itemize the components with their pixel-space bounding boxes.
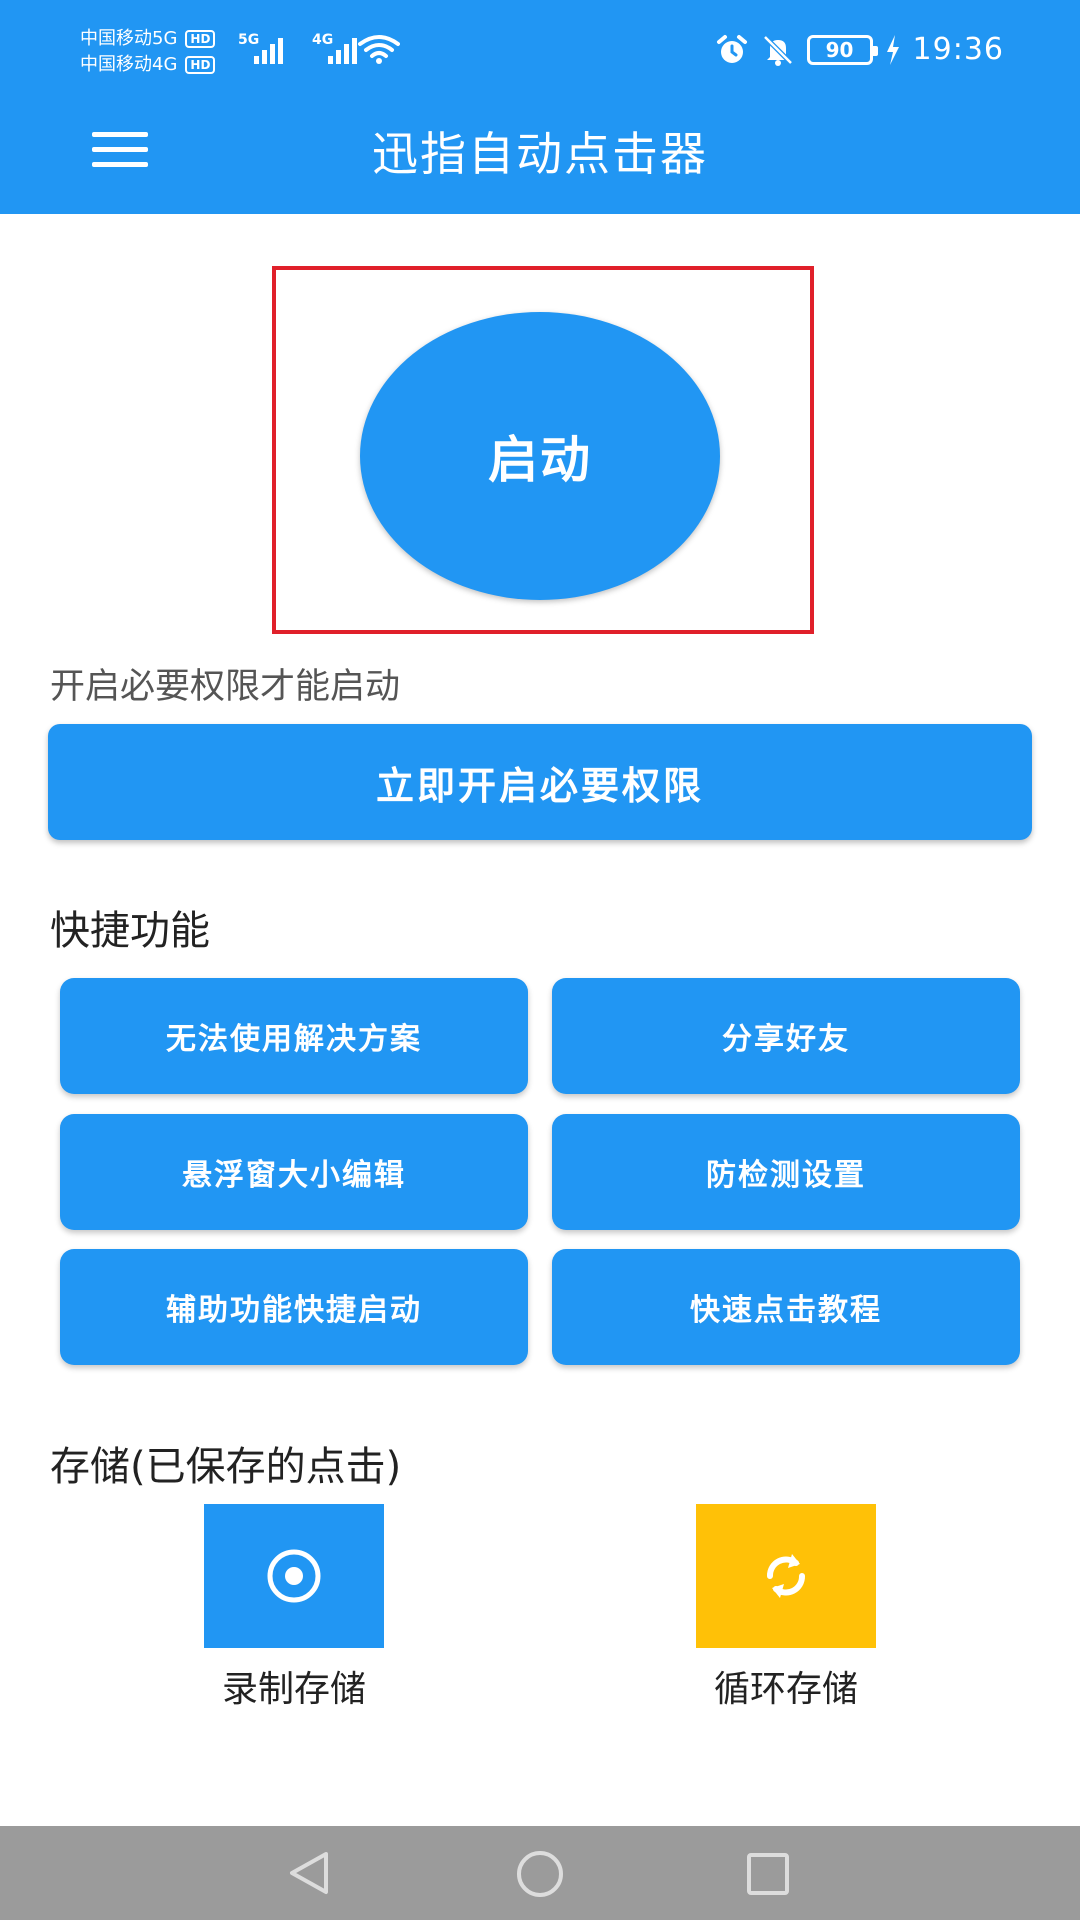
share-friends-button[interactable]: 分享好友 <box>552 978 1020 1094</box>
permission-hint: 开启必要权限才能启动 <box>50 667 401 707</box>
clock: 19:36 <box>912 32 1004 67</box>
signal-4g-icon: 4G <box>312 32 364 64</box>
record-icon <box>267 1549 321 1603</box>
float-window-size-button[interactable]: 悬浮窗大小编辑 <box>60 1114 528 1230</box>
signal-strength: 5G 4G <box>238 32 364 64</box>
signal-5g-icon: 5G <box>238 32 290 64</box>
charging-icon <box>886 34 899 65</box>
troubleshoot-button[interactable]: 无法使用解决方案 <box>60 978 528 1094</box>
storage-title: 存储(已保存的点击) <box>50 1444 402 1490</box>
loop-storage-tile[interactable] <box>696 1504 876 1648</box>
carrier-2: 中国移动4G <box>80 54 178 75</box>
status-icons: 90 19:36 <box>715 32 1004 67</box>
loop-storage-label: 循环存储 <box>713 1669 858 1710</box>
carrier-line-2: 中国移动4G HD <box>80 52 216 78</box>
record-storage-tile[interactable] <box>204 1504 384 1648</box>
hd-badge-2: HD <box>185 56 216 74</box>
accessibility-shortcut-button[interactable]: 辅助功能快捷启动 <box>60 1249 528 1365</box>
recent-apps-icon[interactable] <box>746 1852 790 1896</box>
screen: 中国移动5G HD 中国移动4G HD 5G 4G 90 19:36 迅指自动点… <box>0 0 1080 1920</box>
alarm-icon <box>716 34 747 63</box>
start-button[interactable]: 启动 <box>360 312 720 600</box>
back-icon[interactable] <box>286 1850 332 1896</box>
carrier-1: 中国移动5G <box>80 28 178 49</box>
carrier-line-1: 中国移动5G HD <box>80 26 216 52</box>
app-title: 迅指自动点击器 <box>372 127 708 181</box>
carrier-info: 中国移动5G HD 中国移动4G HD <box>80 26 216 78</box>
loop-icon <box>767 1554 805 1598</box>
wifi-icon <box>358 35 400 64</box>
battery-level: 90 <box>825 37 854 62</box>
home-icon[interactable] <box>516 1850 564 1898</box>
enable-permission-button[interactable]: 立即开启必要权限 <box>48 724 1032 840</box>
anti-detection-button[interactable]: 防检测设置 <box>552 1114 1020 1230</box>
record-storage-label: 录制存储 <box>221 1669 366 1710</box>
battery-icon: 90 <box>806 34 878 65</box>
quick-functions-title: 快捷功能 <box>50 908 210 954</box>
mute-bell-icon <box>762 34 793 66</box>
hd-badge-1: HD <box>185 30 216 48</box>
quick-click-tutorial-button[interactable]: 快速点击教程 <box>552 1249 1020 1365</box>
